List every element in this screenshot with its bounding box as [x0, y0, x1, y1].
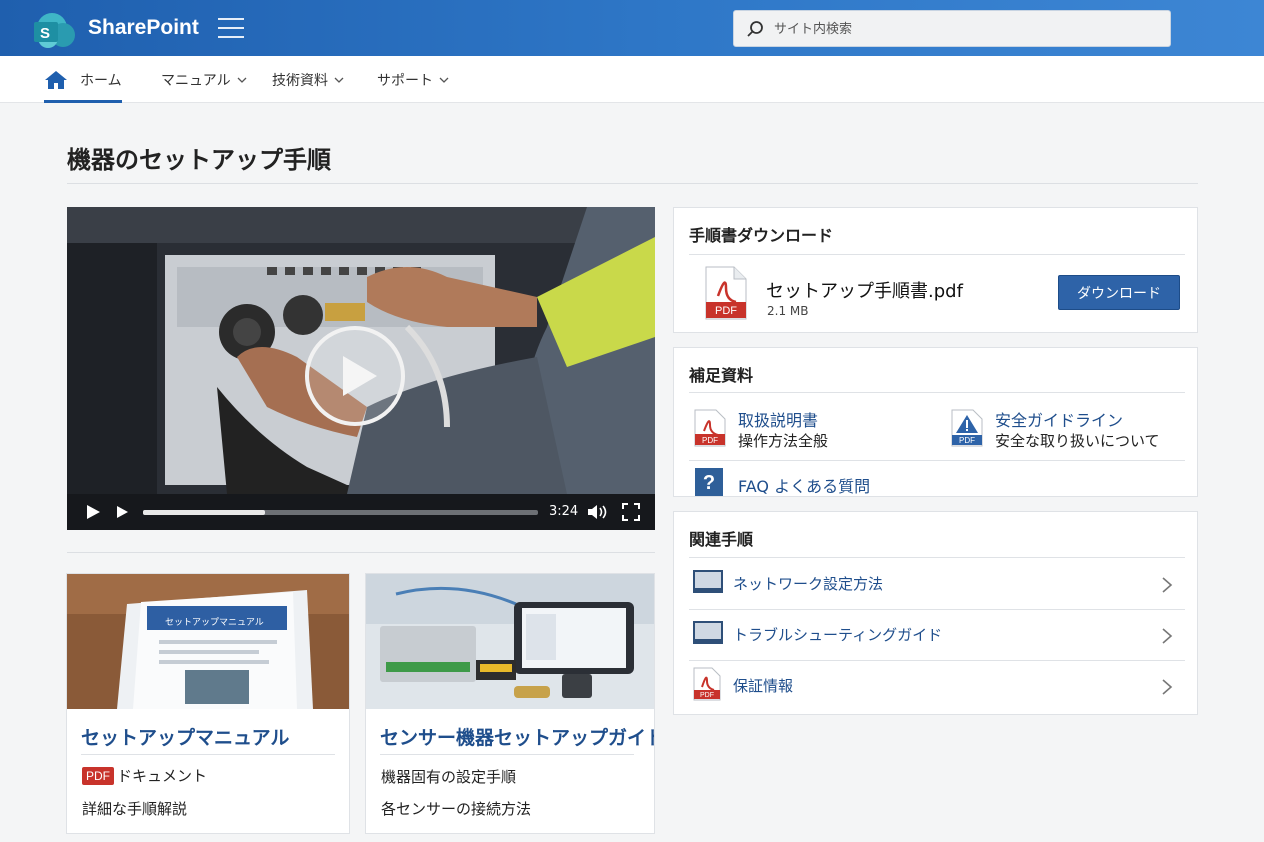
- related-item-label: 保証情報: [733, 677, 794, 695]
- play-overlay-icon[interactable]: [303, 324, 407, 428]
- video-duration: 3:24: [549, 504, 579, 519]
- top-navigation: ホーム マニュアル 技術資料 サポート: [0, 56, 1264, 103]
- card-title[interactable]: センサー機器セットアップガイド: [380, 723, 654, 750]
- hamburger-menu-icon[interactable]: [218, 18, 244, 40]
- video-progress-fill: [143, 510, 266, 515]
- divider: [689, 557, 1185, 558]
- nav-home-label: ホーム: [80, 72, 122, 89]
- divider: [81, 754, 335, 755]
- manual-cover-label: セットアップマニュアル: [165, 618, 264, 628]
- nav-support-label: サポート: [377, 72, 433, 89]
- nav-item-support[interactable]: サポート: [377, 56, 449, 103]
- search-icon: [747, 21, 763, 37]
- video-progress-bar[interactable]: [143, 510, 538, 515]
- resource-subtitle: 操作方法全般: [738, 432, 829, 450]
- pdf-icon: PDF: [694, 409, 726, 447]
- pdf-badge: PDF: [82, 766, 114, 785]
- related-item-warranty[interactable]: PDF 保証情報: [689, 661, 1185, 711]
- home-icon: [45, 70, 67, 89]
- card-line-text: ドキュメント: [117, 767, 208, 785]
- search-input[interactable]: [774, 17, 1154, 41]
- divider: [689, 460, 1185, 461]
- chevron-down-icon: [237, 77, 247, 83]
- panel-title: 補足資料: [689, 366, 754, 385]
- resource-link-faq[interactable]: FAQ よくある質問: [738, 473, 870, 497]
- divider: [67, 552, 655, 553]
- related-item-label: ネットワーク設定方法: [733, 575, 884, 593]
- play-icon: [87, 505, 100, 519]
- fullscreen-button[interactable]: [622, 494, 640, 530]
- related-panel: 関連手順 ネットワーク設定方法 トラブルシューティングガイド PDF 保証情報: [673, 511, 1198, 715]
- chevron-right-icon: [1162, 577, 1173, 593]
- svg-text:S: S: [40, 25, 50, 42]
- volume-button[interactable]: [587, 494, 611, 530]
- resource-link-manual[interactable]: 取扱説明書: [738, 407, 818, 431]
- related-item-troubleshooting[interactable]: トラブルシューティングガイド: [689, 610, 1185, 660]
- panel-title: 関連手順: [689, 530, 754, 549]
- resource-link-safety[interactable]: 安全ガイドライン: [995, 407, 1123, 431]
- pdf-icon-badge: PDF: [715, 305, 737, 317]
- skip-forward-icon: [117, 506, 128, 518]
- divider: [380, 754, 634, 755]
- card-description: 各センサーの接続方法: [381, 800, 532, 818]
- nav-item-tech-docs[interactable]: 技術資料: [272, 56, 344, 103]
- fullscreen-icon: [622, 503, 640, 521]
- file-name[interactable]: セットアップ手順書.pdf: [766, 277, 963, 303]
- suite-bar: S SharePoint: [0, 0, 1264, 56]
- divider: [689, 254, 1185, 255]
- divider: [689, 392, 1185, 393]
- divider: [67, 183, 1198, 184]
- card-description: 詳細な手順解説: [82, 800, 188, 818]
- monitor-icon: [693, 621, 723, 644]
- pdf-icon-badge: PDF: [959, 436, 975, 445]
- card-line: PDF ドキュメント: [82, 765, 207, 786]
- sharepoint-logo-icon[interactable]: S: [30, 11, 80, 49]
- card-description: 機器固有の設定手順: [381, 768, 517, 786]
- app-brand[interactable]: SharePoint: [88, 16, 199, 40]
- warning-pdf-icon: PDF: [951, 409, 983, 447]
- chevron-right-icon: [1162, 679, 1173, 695]
- pdf-icon: PDF: [693, 667, 721, 701]
- pdf-icon-badge: PDF: [702, 436, 718, 445]
- volume-icon: [588, 505, 607, 519]
- manual-thumbnail: [67, 574, 349, 709]
- question-icon: ?: [695, 468, 723, 496]
- video-player[interactable]: 3:24: [67, 207, 655, 530]
- card-title[interactable]: セットアップマニュアル: [81, 723, 289, 750]
- nav-tech-docs-label: 技術資料: [272, 72, 328, 89]
- card-sensor-guide[interactable]: センサー機器セットアップガイド 機器固有の設定手順 各センサーの接続方法: [365, 573, 655, 834]
- chevron-right-icon: [1162, 628, 1173, 644]
- next-button[interactable]: [115, 494, 129, 530]
- related-item-label: トラブルシューティングガイド: [733, 626, 943, 644]
- monitor-icon: [693, 570, 723, 593]
- pdf-icon-badge: PDF: [700, 692, 714, 699]
- video-controls: 3:24: [67, 494, 655, 530]
- page-title: 機器のセットアップ手順: [67, 146, 331, 174]
- file-size: 2.1 MB: [767, 304, 809, 318]
- chevron-down-icon: [439, 77, 449, 83]
- nav-item-manual[interactable]: マニュアル: [161, 56, 247, 103]
- sensor-thumbnail: [366, 574, 654, 709]
- card-setup-manual[interactable]: セットアップマニュアル セットアップマニュアル PDF ドキュメント 詳細な手順…: [66, 573, 350, 834]
- chevron-down-icon: [334, 77, 344, 83]
- nav-manual-label: マニュアル: [161, 72, 231, 89]
- download-panel: 手順書ダウンロード PDF セットアップ手順書.pdf 2.1 MB ダウンロー…: [673, 207, 1198, 333]
- play-button[interactable]: [85, 494, 101, 530]
- download-button[interactable]: ダウンロード: [1058, 275, 1180, 310]
- pdf-file-icon: PDF: [705, 266, 747, 320]
- panel-title: 手順書ダウンロード: [689, 226, 834, 245]
- resource-subtitle: 安全な取り扱いについて: [995, 432, 1160, 450]
- svg-text:?: ?: [703, 472, 715, 494]
- related-item-network[interactable]: ネットワーク設定方法: [689, 559, 1185, 609]
- nav-item-home[interactable]: ホーム: [44, 56, 122, 103]
- search-box[interactable]: [733, 10, 1171, 47]
- resources-panel: 補足資料 PDF 取扱説明書 操作方法全般 PDF 安全ガイドライン 安全な取り…: [673, 347, 1198, 497]
